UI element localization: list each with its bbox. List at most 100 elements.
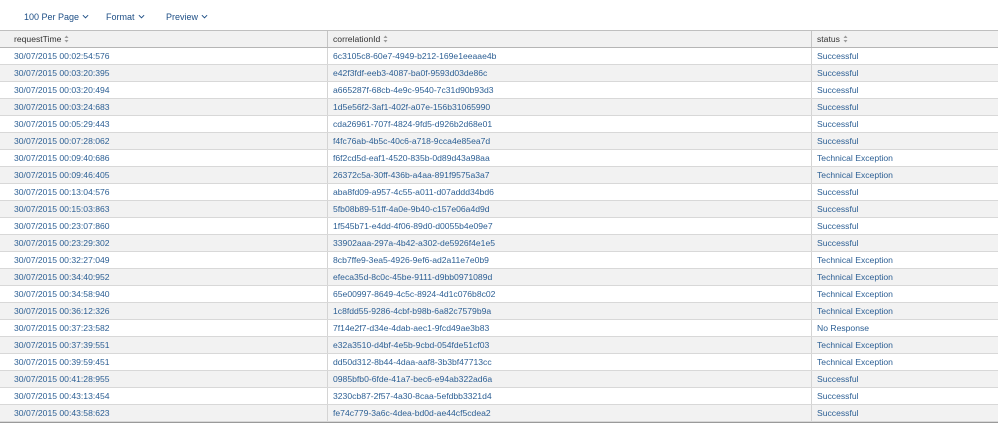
cell-status[interactable]: Successful	[811, 371, 998, 387]
cell-request-time[interactable]: 30/07/2015 00:09:46:405	[0, 167, 327, 183]
table-row: 30/07/2015 00:13:04:576 aba8fd09-a957-4c5…	[0, 184, 998, 201]
cell-request-time[interactable]: 30/07/2015 00:03:24:683	[0, 99, 327, 115]
column-header-status[interactable]: status	[811, 31, 998, 47]
cell-correlation-id[interactable]: aba8fd09-a957-4c55-a011-d07addd34bd6	[327, 184, 811, 200]
cell-correlation-id[interactable]: 7f14e2f7-d34e-4dab-aec1-9fcd49ae3b83	[327, 320, 811, 336]
preview-label: Preview	[166, 12, 199, 22]
cell-status[interactable]: Technical Exception	[811, 354, 998, 370]
cell-correlation-id[interactable]: 6c3105c8-60e7-4949-b212-169e1eeaae4b	[327, 48, 811, 64]
cell-request-time[interactable]: 30/07/2015 00:09:40:686	[0, 150, 327, 166]
cell-correlation-id[interactable]: f6f2cd5d-eaf1-4520-835b-0d89d43a98aa	[327, 150, 811, 166]
cell-correlation-id[interactable]: 65e00997-8649-4c5c-8924-4d1c076b8c02	[327, 286, 811, 302]
table-row: 30/07/2015 00:37:23:582 7f14e2f7-d34e-4da…	[0, 320, 998, 337]
cell-request-time[interactable]: 30/07/2015 00:43:13:454	[0, 388, 327, 404]
cell-correlation-id[interactable]: f4fc76ab-4b5c-40c6-a718-9cca4e85ea7d	[327, 133, 811, 149]
cell-status[interactable]: Technical Exception	[811, 269, 998, 285]
per-page-dropdown[interactable]: 100 Per Page	[24, 12, 89, 23]
sort-icon	[64, 35, 69, 43]
toolbar: 100 Per Page Format Preview	[0, 0, 998, 30]
column-header-label: status	[817, 34, 840, 44]
cell-correlation-id[interactable]: 1c8fdd55-9286-4cbf-b98b-6a82c7579b9a	[327, 303, 811, 319]
cell-request-time[interactable]: 30/07/2015 00:23:29:302	[0, 235, 327, 251]
cell-correlation-id[interactable]: dd50d312-8b44-4daa-aaf8-3b3bf47713cc	[327, 354, 811, 370]
table-row: 30/07/2015 00:09:40:686 f6f2cd5d-eaf1-452…	[0, 150, 998, 167]
table-row: 30/07/2015 00:36:12:326 1c8fdd55-9286-4cb…	[0, 303, 998, 320]
cell-request-time[interactable]: 30/07/2015 00:07:28:062	[0, 133, 327, 149]
cell-request-time[interactable]: 30/07/2015 00:37:39:551	[0, 337, 327, 353]
cell-status[interactable]: Successful	[811, 48, 998, 64]
column-header-requesttime[interactable]: requestTime	[0, 31, 327, 47]
cell-status[interactable]: Technical Exception	[811, 252, 998, 268]
cell-correlation-id[interactable]: 1f545b71-e4dd-4f06-89d0-d0055b4e09e7	[327, 218, 811, 234]
table-row: 30/07/2015 00:09:46:405 26372c5a-30ff-436…	[0, 167, 998, 184]
table-row: 30/07/2015 00:37:39:551 e32a3510-d4bf-4e5…	[0, 337, 998, 354]
cell-correlation-id[interactable]: fe74c779-3a6c-4dea-bd0d-ae44cf5cdea2	[327, 405, 811, 421]
cell-correlation-id[interactable]: e42f3fdf-eeb3-4087-ba0f-9593d03de86c	[327, 65, 811, 81]
cell-status[interactable]: Technical Exception	[811, 167, 998, 183]
table-body: 30/07/2015 00:02:54:576 6c3105c8-60e7-494…	[0, 48, 998, 422]
cell-correlation-id[interactable]: 3230cb87-2f57-4a30-8caa-5efdbb3321d4	[327, 388, 811, 404]
chevron-down-icon	[201, 14, 208, 19]
cell-status[interactable]: Successful	[811, 201, 998, 217]
column-header-correlationid[interactable]: correlationId	[327, 31, 811, 47]
table-row: 30/07/2015 00:03:20:494 a665287f-68cb-4e9…	[0, 82, 998, 99]
table-row: 30/07/2015 00:43:13:454 3230cb87-2f57-4a3…	[0, 388, 998, 405]
table-row: 30/07/2015 00:23:07:860 1f545b71-e4dd-4f0…	[0, 218, 998, 235]
cell-correlation-id[interactable]: 33902aaa-297a-4b42-a302-de5926f4e1e5	[327, 235, 811, 251]
per-page-label: 100 Per Page	[24, 12, 80, 22]
cell-status[interactable]: Successful	[811, 133, 998, 149]
table-row: 30/07/2015 00:03:20:395 e42f3fdf-eeb3-408…	[0, 65, 998, 82]
table-row: 30/07/2015 00:39:59:451 dd50d312-8b44-4da…	[0, 354, 998, 371]
table-row: 30/07/2015 00:03:24:683 1d5e56f2-3af1-402…	[0, 99, 998, 116]
cell-status[interactable]: Technical Exception	[811, 286, 998, 302]
chevron-down-icon	[82, 14, 89, 19]
cell-request-time[interactable]: 30/07/2015 00:02:54:576	[0, 48, 327, 64]
cell-status[interactable]: Successful	[811, 405, 998, 421]
cell-correlation-id[interactable]: 26372c5a-30ff-436b-a4aa-891f9575a3a7	[327, 167, 811, 183]
format-label: Format	[106, 12, 135, 22]
table-row: 30/07/2015 00:02:54:576 6c3105c8-60e7-494…	[0, 48, 998, 65]
cell-correlation-id[interactable]: 8cb7ffe9-3ea5-4926-9ef6-ad2a11e7e0b9	[327, 252, 811, 268]
sort-icon	[843, 35, 848, 43]
cell-status[interactable]: Successful	[811, 65, 998, 81]
cell-status[interactable]: Successful	[811, 82, 998, 98]
cell-correlation-id[interactable]: cda26961-707f-4824-9fd5-d926b2d68e01	[327, 116, 811, 132]
cell-correlation-id[interactable]: efeca35d-8c0c-45be-9111-d9bb0971089d	[327, 269, 811, 285]
cell-request-time[interactable]: 30/07/2015 00:36:12:326	[0, 303, 327, 319]
cell-correlation-id[interactable]: a665287f-68cb-4e9c-9540-7c31d90b93d3	[327, 82, 811, 98]
cell-correlation-id[interactable]: 0985bfb0-6fde-41a7-bec6-e94ab322ad6a	[327, 371, 811, 387]
cell-request-time[interactable]: 30/07/2015 00:41:28:955	[0, 371, 327, 387]
cell-status[interactable]: Successful	[811, 99, 998, 115]
cell-correlation-id[interactable]: e32a3510-d4bf-4e5b-9cbd-054fde51cf03	[327, 337, 811, 353]
table-row: 30/07/2015 00:07:28:062 f4fc76ab-4b5c-40c…	[0, 133, 998, 150]
cell-request-time[interactable]: 30/07/2015 00:43:58:623	[0, 405, 327, 421]
cell-status[interactable]: Technical Exception	[811, 337, 998, 353]
cell-status[interactable]: Successful	[811, 388, 998, 404]
cell-correlation-id[interactable]: 5fb08b89-51ff-4a0e-9b40-c157e06a4d9d	[327, 201, 811, 217]
table-row: 30/07/2015 00:32:27:049 8cb7ffe9-3ea5-492…	[0, 252, 998, 269]
cell-request-time[interactable]: 30/07/2015 00:23:07:860	[0, 218, 327, 234]
cell-request-time[interactable]: 30/07/2015 00:13:04:576	[0, 184, 327, 200]
chevron-down-icon	[138, 14, 144, 19]
cell-status[interactable]: No Response	[811, 320, 998, 336]
cell-request-time[interactable]: 30/07/2015 00:34:40:952	[0, 269, 327, 285]
cell-request-time[interactable]: 30/07/2015 00:37:23:582	[0, 320, 327, 336]
cell-status[interactable]: Technical Exception	[811, 150, 998, 166]
cell-status[interactable]: Successful	[811, 218, 998, 234]
cell-status[interactable]: Successful	[811, 235, 998, 251]
cell-request-time[interactable]: 30/07/2015 00:03:20:395	[0, 65, 327, 81]
column-header-label: requestTime	[14, 34, 62, 44]
format-dropdown[interactable]: Format	[106, 12, 145, 23]
cell-status[interactable]: Successful	[811, 184, 998, 200]
cell-correlation-id[interactable]: 1d5e56f2-3af1-402f-a07e-156b31065990	[327, 99, 811, 115]
cell-request-time[interactable]: 30/07/2015 00:34:58:940	[0, 286, 327, 302]
preview-dropdown[interactable]: Preview	[166, 12, 208, 23]
cell-request-time[interactable]: 30/07/2015 00:32:27:049	[0, 252, 327, 268]
cell-status[interactable]: Successful	[811, 116, 998, 132]
cell-status[interactable]: Technical Exception	[811, 303, 998, 319]
cell-request-time[interactable]: 30/07/2015 00:05:29:443	[0, 116, 327, 132]
cell-request-time[interactable]: 30/07/2015 00:03:20:494	[0, 82, 327, 98]
cell-request-time[interactable]: 30/07/2015 00:15:03:863	[0, 201, 327, 217]
cell-request-time[interactable]: 30/07/2015 00:39:59:451	[0, 354, 327, 370]
table-row: 30/07/2015 00:15:03:863 5fb08b89-51ff-4a0…	[0, 201, 998, 218]
